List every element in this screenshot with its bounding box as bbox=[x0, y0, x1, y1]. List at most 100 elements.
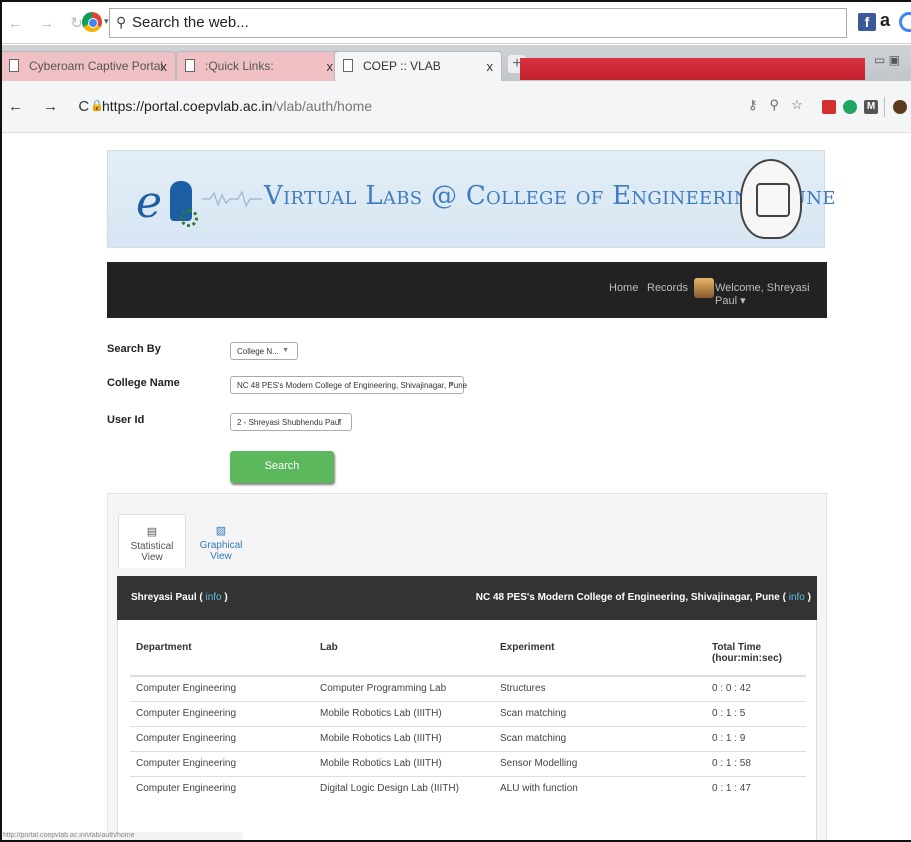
cell-department: Computer Engineering bbox=[130, 725, 314, 751]
url-field[interactable]: https://portal.coepvlab.ac.in/vlab/auth/… bbox=[102, 98, 372, 114]
bookmark-star-icon[interactable]: ☆ bbox=[791, 97, 803, 113]
address-bar-actions: ⚷ ⚲ ☆ bbox=[748, 97, 815, 113]
user-name: Shreyasi Paul ( info ) bbox=[131, 592, 228, 603]
page-icon bbox=[343, 59, 353, 72]
tab-cyberoam[interactable]: Cyberoam Captive Portal x bbox=[0, 51, 176, 81]
cell-experiment: Structures bbox=[494, 675, 706, 701]
college-name-value: NC 48 PES's Modern College of Engineerin… bbox=[237, 381, 468, 390]
window-controls-icon[interactable]: ▭ ▣ bbox=[874, 53, 900, 67]
table-header-row: Department Lab Experiment Total Time (hou… bbox=[130, 636, 806, 677]
signal-wave-icon bbox=[202, 190, 262, 208]
logo-e-icon: e bbox=[136, 177, 163, 228]
search-toolbar: ← → ↻ ▾ ⚲ Search the web... f a bbox=[0, 2, 911, 44]
college-info-link[interactable]: info bbox=[789, 592, 805, 603]
nav-home-link[interactable]: Home bbox=[609, 282, 638, 294]
url-host: https://portal.coepvlab.ac.in bbox=[102, 98, 273, 114]
key-icon[interactable]: ⚷ bbox=[748, 97, 758, 113]
url-path: /vlab/auth/home bbox=[272, 98, 373, 114]
coep-seal-icon bbox=[740, 159, 802, 239]
search-by-select[interactable]: College N... ▼ bbox=[230, 342, 298, 360]
close-icon[interactable]: x bbox=[487, 59, 494, 74]
cell-total-time: 0 : 1 : 5 bbox=[706, 700, 806, 726]
search-by-label: Search By bbox=[107, 343, 161, 355]
paren: ) bbox=[224, 592, 228, 603]
chart-icon: ▨ bbox=[215, 525, 227, 537]
column-header-lab: Lab bbox=[314, 636, 494, 677]
cell-total-time: 0 : 1 : 9 bbox=[706, 725, 806, 751]
top-navbar: Home Records Welcome, Shreyasi Paul ▾ bbox=[107, 262, 827, 318]
amazon-icon[interactable]: a bbox=[880, 10, 890, 31]
profile-avatar-icon[interactable] bbox=[893, 100, 907, 114]
total-time-label: Total Time bbox=[712, 642, 762, 653]
cell-lab: Digital Logic Design Lab (IIITH) bbox=[314, 775, 494, 801]
extension-red-icon[interactable] bbox=[822, 100, 836, 114]
user-info-link[interactable]: info bbox=[205, 592, 221, 603]
user-name-text: Shreyasi Paul ( bbox=[131, 592, 203, 603]
status-bar-url: http://portal.coepvlab.ac.in/vlab/auth/h… bbox=[3, 832, 243, 842]
records-table: Department Lab Experiment Total Time (hou… bbox=[130, 636, 806, 801]
user-summary-header: Shreyasi Paul ( info ) NC 48 PES's Moder… bbox=[117, 576, 817, 620]
records-table-container: Department Lab Experiment Total Time (hou… bbox=[117, 620, 817, 842]
facebook-icon[interactable]: f bbox=[858, 13, 876, 31]
tab-label: COEP :: VLAB bbox=[363, 59, 441, 73]
page-icon bbox=[9, 59, 19, 72]
tab-statistical-label: Statistical View bbox=[130, 541, 174, 563]
virtual-labs-logo: e bbox=[136, 173, 198, 229]
user-id-value: 2 - Shreyasi Shubhendu Paul bbox=[237, 418, 342, 427]
extension-green-icon[interactable] bbox=[843, 100, 857, 114]
web-search-placeholder: Search the web... bbox=[132, 14, 249, 31]
back-forward-reload-icons[interactable]: ← → C bbox=[8, 98, 97, 115]
cell-department: Computer Engineering bbox=[130, 775, 314, 801]
college-heading-text: NC 48 PES's Modern College of Engineerin… bbox=[475, 592, 786, 603]
toolbar-nav-icons[interactable]: ← → ↻ bbox=[8, 14, 89, 32]
cell-department: Computer Engineering bbox=[130, 675, 314, 701]
total-time-unit: (hour:min:sec) bbox=[712, 653, 782, 664]
tab-strip-highlight bbox=[520, 58, 865, 80]
cell-lab: Computer Programming Lab bbox=[314, 675, 494, 701]
column-header-experiment: Experiment bbox=[494, 636, 706, 677]
zoom-icon[interactable]: ⚲ bbox=[770, 97, 780, 113]
extension-m-icon[interactable]: M bbox=[864, 100, 878, 114]
chrome-icon[interactable] bbox=[82, 12, 102, 32]
cell-lab: Mobile Robotics Lab (IIITH) bbox=[314, 725, 494, 751]
paren: ) bbox=[807, 592, 811, 603]
college-name-select[interactable]: NC 48 PES's Modern College of Engineerin… bbox=[230, 376, 468, 394]
nav-records-link[interactable]: Records bbox=[647, 282, 688, 294]
column-header-department: Department bbox=[130, 636, 314, 677]
college-name-heading: NC 48 PES's Modern College of Engineerin… bbox=[476, 592, 811, 603]
tab-graphical-label: Graphical View bbox=[199, 540, 243, 562]
cell-total-time: 0 : 1 : 47 bbox=[706, 775, 806, 801]
site-banner: e Virtual Labs @ College of Engineering … bbox=[107, 150, 835, 248]
tab-label: :Quick Links: bbox=[205, 59, 274, 73]
chevron-down-icon: ▼ bbox=[448, 381, 455, 388]
close-icon[interactable]: x bbox=[161, 59, 168, 74]
tab-statistical-view[interactable]: ▤ Statistical View bbox=[118, 514, 186, 568]
google-icon[interactable] bbox=[899, 12, 911, 32]
tab-quick-links[interactable]: :Quick Links: x bbox=[176, 51, 342, 81]
table-row: Computer Engineering Mobile Robotics Lab… bbox=[130, 700, 806, 726]
chevron-down-icon[interactable]: ▾ bbox=[104, 16, 109, 27]
chevron-down-icon: ▼ bbox=[336, 418, 343, 425]
tab-coep-vlab[interactable]: COEP :: VLAB x bbox=[334, 51, 502, 81]
page-icon bbox=[185, 59, 195, 72]
search-by-value: College N... bbox=[237, 347, 279, 356]
user-menu-dropdown[interactable]: Welcome, Shreyasi Paul ▾ bbox=[715, 282, 827, 307]
cell-experiment: Sensor Modelling bbox=[494, 750, 706, 776]
search-icon: ⚲ bbox=[116, 14, 127, 30]
college-name-label: College Name bbox=[107, 377, 180, 389]
user-id-label: User Id bbox=[107, 414, 145, 426]
toolbar-divider bbox=[884, 97, 885, 117]
cell-total-time: 0 : 0 : 42 bbox=[706, 675, 806, 701]
web-search-input[interactable]: ⚲ Search the web... bbox=[109, 8, 847, 38]
cell-department: Computer Engineering bbox=[130, 700, 314, 726]
tab-graphical-view[interactable]: ▨ Graphical View bbox=[188, 514, 254, 568]
cell-lab: Mobile Robotics Lab (IIITH) bbox=[314, 700, 494, 726]
close-icon[interactable]: x bbox=[327, 59, 334, 74]
avatar[interactable] bbox=[694, 278, 714, 298]
column-header-total-time: Total Time (hour:min:sec) bbox=[706, 636, 806, 677]
user-id-select[interactable]: 2 - Shreyasi Shubhendu Paul ▼ bbox=[230, 413, 352, 431]
cell-total-time: 0 : 1 : 58 bbox=[706, 750, 806, 776]
cell-experiment: ALU with function bbox=[494, 775, 706, 801]
search-button[interactable]: Search bbox=[230, 451, 334, 483]
chevron-down-icon: ▼ bbox=[282, 347, 289, 354]
